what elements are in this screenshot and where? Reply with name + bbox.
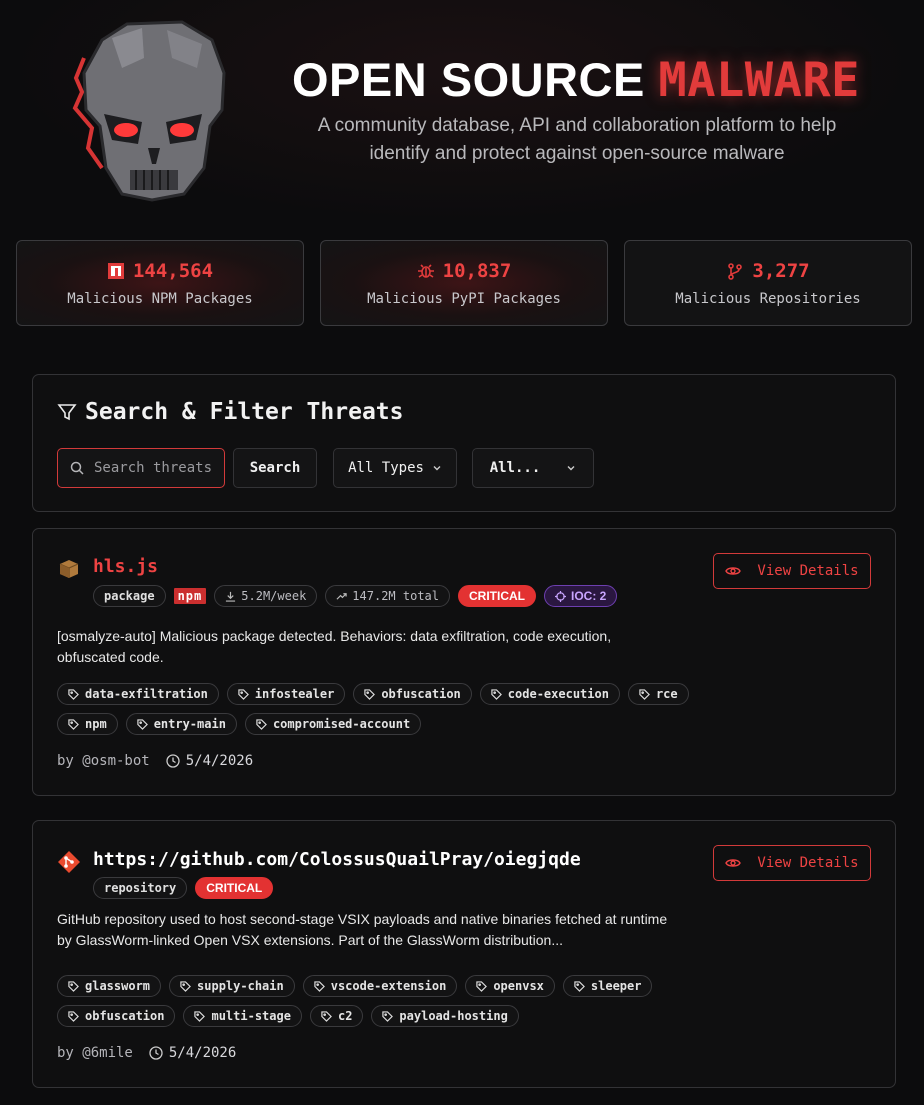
clock-icon <box>149 1046 163 1060</box>
chevron-down-icon <box>567 466 575 471</box>
stat-label: Malicious PyPI Packages <box>367 291 561 307</box>
search-field[interactable] <box>57 448 225 488</box>
site-title: OPEN SOURCE MALWARE <box>292 53 860 108</box>
view-details-button[interactable]: View Details <box>713 845 871 881</box>
tag-icon <box>314 980 325 992</box>
tag[interactable]: glassworm <box>57 975 162 997</box>
tag[interactable]: obfuscation <box>353 683 472 705</box>
tag-icon <box>68 980 79 992</box>
threat-description: [osmalyze-auto] Malicious package detect… <box>57 628 612 665</box>
tag-icon <box>256 718 267 730</box>
tag[interactable]: npm <box>57 713 118 735</box>
tag-icon <box>639 688 650 700</box>
tag[interactable]: obfuscation <box>57 1005 176 1027</box>
badge-row: repository CRITICAL <box>93 877 274 899</box>
badge-row: package npm 5.2M/week 147.2M total CRITI… <box>93 585 618 607</box>
tag-list: glassworm supply-chain vscode-extension … <box>57 975 717 1027</box>
tag[interactable]: entry-main <box>125 713 237 735</box>
stat-label: Malicious Repositories <box>675 291 861 307</box>
threat-meta: by @6mile 5/4/2026 <box>57 1045 236 1061</box>
weekly-downloads-badge: 5.2M/week <box>214 585 318 607</box>
filter-icon <box>57 404 77 421</box>
ioc-badge[interactable]: IOC: 2 <box>544 585 618 607</box>
tag[interactable]: multi-stage <box>183 1005 302 1027</box>
tag[interactable]: c2 <box>309 1005 364 1027</box>
type-badge: package <box>93 585 166 607</box>
threat-name[interactable]: https://github.com/ColossusQuailPray/oie… <box>93 849 581 870</box>
stat-value: 3,277 <box>752 260 810 282</box>
date: 5/4/2026 <box>166 753 253 769</box>
hero-header: OPEN SOURCE MALWARE A community database… <box>0 0 924 225</box>
threat-meta: by @osm-bot 5/4/2026 <box>57 753 253 769</box>
skull-icon <box>72 20 226 202</box>
threat-card: hls.js View Details package npm 5.2M/wee… <box>32 528 896 796</box>
tag[interactable]: vscode-extension <box>302 975 458 997</box>
bug-icon <box>417 264 434 278</box>
tag-icon <box>137 718 148 730</box>
tag[interactable]: compromised-account <box>244 713 422 735</box>
search-panel: Search & Filter Threats Search All Types… <box>32 374 896 512</box>
severity-badge: CRITICAL <box>195 877 274 899</box>
stat-label: Malicious NPM Packages <box>67 291 253 307</box>
tag-icon <box>382 1010 394 1022</box>
package-box-icon <box>59 560 79 578</box>
crosshair-icon <box>555 590 566 602</box>
search-icon <box>70 461 84 475</box>
tag[interactable]: data-exfiltration <box>57 683 219 705</box>
clock-icon <box>166 754 180 768</box>
git-branch-icon <box>728 263 743 280</box>
tag-icon <box>491 688 502 700</box>
stat-npm: 144,564 Malicious NPM Packages <box>16 240 304 326</box>
chevron-down-icon <box>433 466 441 471</box>
tag-list: data-exfiltration infostealer obfuscatio… <box>57 683 717 735</box>
tag-icon <box>364 688 376 700</box>
tag-icon <box>68 688 79 700</box>
threat-card: https://github.com/ColossusQuailPray/oie… <box>32 820 896 1088</box>
stat-value: 144,564 <box>132 260 214 282</box>
author[interactable]: by @osm-bot <box>57 753 150 769</box>
stat-pypi: 10,837 Malicious PyPI Packages <box>320 240 608 326</box>
stat-value: 10,837 <box>442 260 512 282</box>
type-select[interactable]: All Types <box>333 448 457 488</box>
tag[interactable]: infostealer <box>226 683 346 705</box>
npm-icon <box>107 263 124 279</box>
tag-icon <box>68 718 79 730</box>
panel-title: Search & Filter Threats <box>57 399 404 425</box>
git-logo-icon <box>58 851 80 873</box>
category-select[interactable]: All... <box>472 448 594 488</box>
tag-icon <box>321 1010 332 1022</box>
tag[interactable]: rce <box>627 683 689 705</box>
search-button[interactable]: Search <box>233 448 317 488</box>
date: 5/4/2026 <box>149 1045 236 1061</box>
eye-icon <box>725 567 742 575</box>
search-input[interactable] <box>94 460 212 476</box>
npm-logo-badge: npm <box>173 588 207 604</box>
tag-icon <box>194 1010 206 1022</box>
tag[interactable]: sleeper <box>562 975 653 997</box>
tag-icon <box>574 980 585 992</box>
tag-icon <box>180 980 191 992</box>
tag[interactable]: supply-chain <box>169 975 295 997</box>
tag[interactable]: payload-hosting <box>371 1005 519 1027</box>
download-icon <box>226 591 236 602</box>
tag[interactable]: openvsx <box>465 975 555 997</box>
severity-badge: CRITICAL <box>458 585 536 607</box>
tag-icon <box>238 688 249 700</box>
tag[interactable]: code-execution <box>479 683 620 705</box>
total-downloads-badge: 147.2M total <box>325 585 450 607</box>
type-badge: repository <box>93 877 188 899</box>
tag-icon <box>68 1010 79 1022</box>
trending-up-icon <box>336 592 347 600</box>
threat-name[interactable]: hls.js <box>93 556 158 577</box>
author[interactable]: by @6mile <box>57 1045 133 1061</box>
threat-description: GitHub repository used to host second-st… <box>57 911 668 948</box>
eye-icon <box>725 859 742 867</box>
site-subtitle: A community database, API and collaborat… <box>317 115 837 164</box>
view-details-button[interactable]: View Details <box>713 553 871 589</box>
tag-icon <box>476 980 488 992</box>
stat-repos: 3,277 Malicious Repositories <box>624 240 912 326</box>
